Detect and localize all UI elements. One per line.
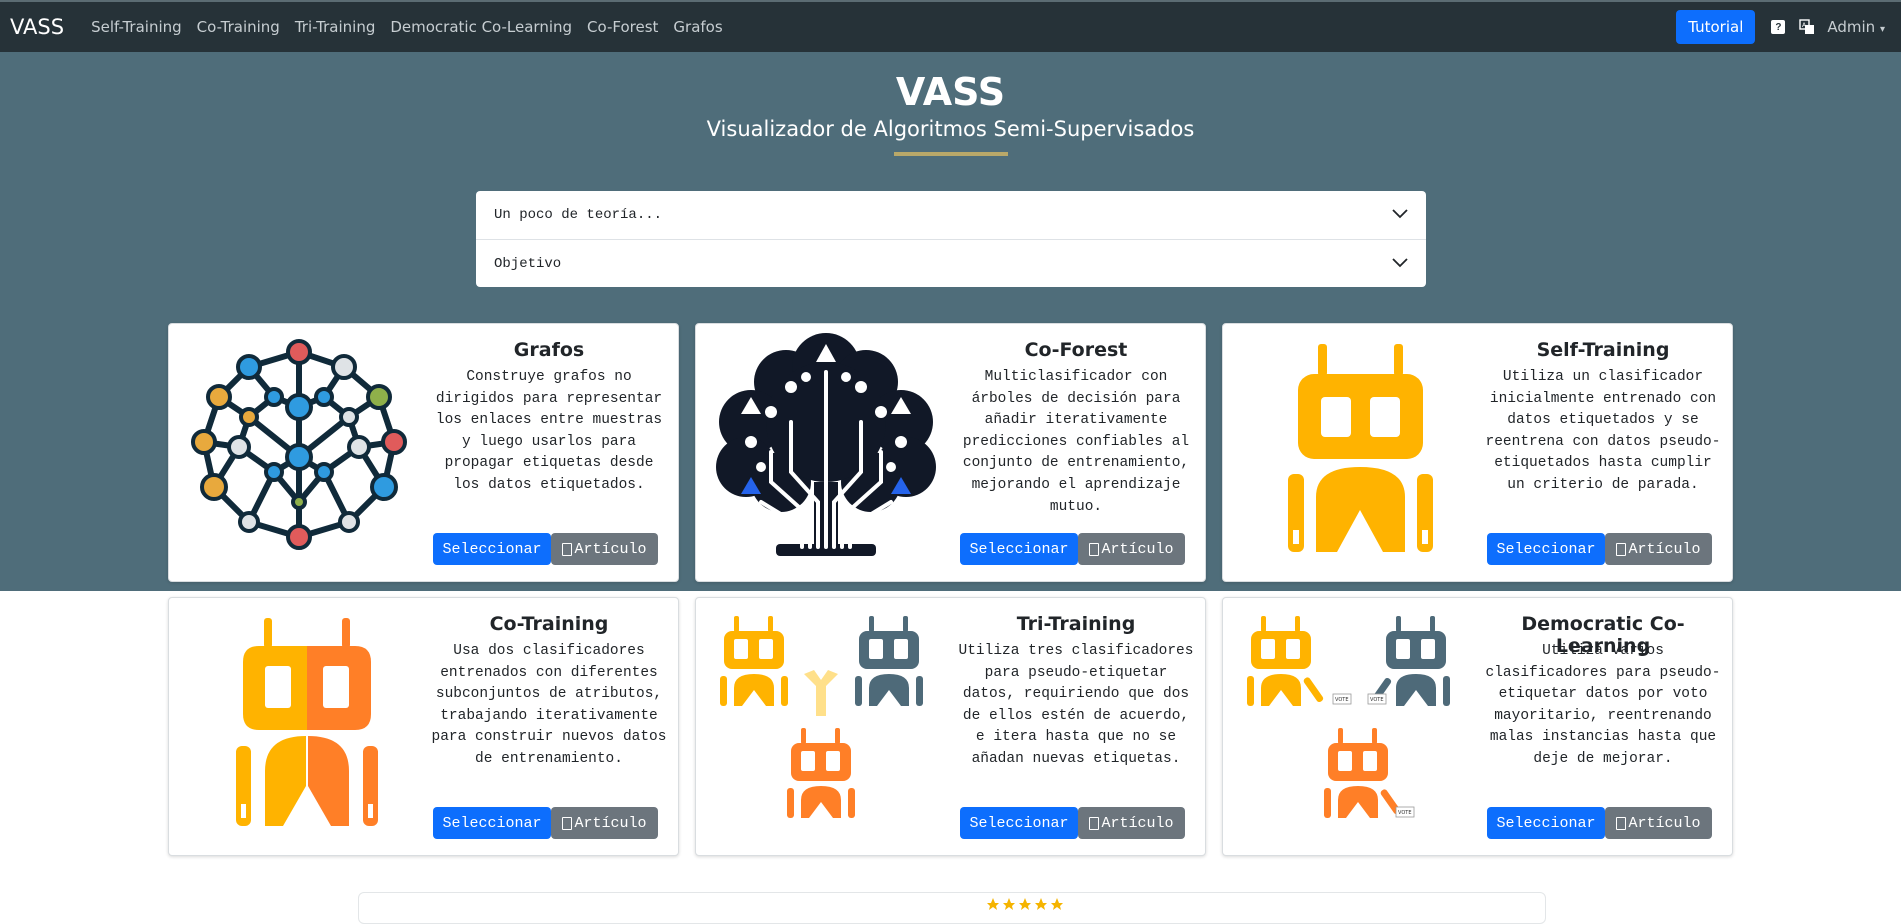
document-icon xyxy=(562,542,573,556)
document-icon xyxy=(562,816,573,830)
select-button[interactable]: Seleccionar xyxy=(1487,533,1605,565)
article-button[interactable]: Artículo xyxy=(1605,807,1712,839)
nav-link-democratic-co-learning[interactable]: Democratic Co-Learning xyxy=(390,18,572,36)
article-label: Artículo xyxy=(1628,814,1701,832)
select-button[interactable]: Seleccionar xyxy=(433,807,551,839)
article-button[interactable]: Artículo xyxy=(551,807,658,839)
robot-icon xyxy=(1288,344,1433,552)
graph-network-icon xyxy=(191,339,407,550)
card-description: Multiclasificador con árboles de decisió… xyxy=(962,369,1190,515)
admin-dropdown[interactable]: Admin ▾ xyxy=(1827,18,1885,36)
chevron-down-icon xyxy=(1392,209,1408,219)
page-subtitle: Visualizador de Algoritmos Semi-Supervis… xyxy=(706,117,1195,141)
accordion-label: Un poco de teoría... xyxy=(494,207,663,223)
card-title: Self-Training xyxy=(1536,339,1670,361)
select-button[interactable]: Seleccionar xyxy=(433,533,551,565)
card-title: Co-Forest xyxy=(1024,339,1128,361)
nav-link-grafos[interactable]: Grafos xyxy=(673,18,722,36)
help-icon[interactable]: ? xyxy=(1771,20,1786,34)
card-description: Utiliza varios clasificadores para pseud… xyxy=(1485,643,1721,767)
accordion-item-teoria[interactable]: Un poco de teoría... xyxy=(476,191,1426,239)
chevron-down-icon xyxy=(1392,258,1408,268)
article-label: Artículo xyxy=(1101,814,1174,832)
vote-label: VOTE xyxy=(1370,697,1383,703)
card-grafos: Grafos Construye grafos no dirigidos par… xyxy=(168,323,679,582)
three-robots-icon xyxy=(720,616,923,818)
nav-link-self-training[interactable]: Self-Training xyxy=(91,18,182,36)
document-icon xyxy=(1616,542,1627,556)
accordion-item-objetivo[interactable]: Objetivo xyxy=(476,239,1426,287)
card-title: Co-Training xyxy=(489,613,609,635)
navbar-right: Tutorial ? A Admin ▾ xyxy=(1676,2,1901,52)
nav-link-co-forest[interactable]: Co-Forest xyxy=(587,18,658,36)
accordion: Un poco de teoría... Objetivo xyxy=(476,191,1426,287)
navbar-brand[interactable]: VASS xyxy=(10,15,64,39)
article-label: Artículo xyxy=(574,814,647,832)
article-label: Artículo xyxy=(1101,540,1174,558)
tutorial-button[interactable]: Tutorial xyxy=(1676,10,1756,44)
title-underline xyxy=(894,152,1008,156)
admin-label: Admin xyxy=(1827,18,1876,36)
card-co-training: Co-Training Usa dos clasificadores entre… xyxy=(168,597,679,856)
document-icon xyxy=(1616,816,1627,830)
card-democratic-co-learning: VOTE VOTE VOTE Democratic Co-Learning Ut… xyxy=(1222,597,1733,856)
card-description: Construye grafos no dirigidos para repre… xyxy=(435,369,663,493)
vote-label: VOTE xyxy=(1335,697,1348,703)
card-description: Utiliza tres clasificadores para pseudo-… xyxy=(958,643,1194,767)
document-icon xyxy=(1089,816,1100,830)
article-button[interactable]: Artículo xyxy=(1078,807,1185,839)
circuit-tree-icon xyxy=(716,333,936,556)
top-navbar: VASS Self-Training Co-Training Tri-Train… xyxy=(0,0,1901,52)
document-icon xyxy=(1089,542,1100,556)
two-robots-icon xyxy=(236,618,378,826)
article-button[interactable]: Artículo xyxy=(551,533,658,565)
stars-icon xyxy=(987,898,1063,910)
card-title: Tri-Training xyxy=(1016,613,1136,635)
nav-link-tri-training[interactable]: Tri-Training xyxy=(295,18,376,36)
select-button[interactable]: Seleccionar xyxy=(1487,807,1605,839)
vote-label: VOTE xyxy=(1398,810,1411,816)
page-title: VASS xyxy=(895,70,1006,114)
article-button[interactable]: Artículo xyxy=(1078,533,1185,565)
accordion-label: Objetivo xyxy=(494,255,562,272)
article-button[interactable]: Artículo xyxy=(1605,533,1712,565)
card-description: Utiliza un clasificador inicialmente ent… xyxy=(1485,369,1721,493)
card-self-training: Self-Training Utiliza un clasificador in… xyxy=(1222,323,1733,582)
caret-down-icon: ▾ xyxy=(1879,24,1885,35)
card-co-forest: Co-Forest Multiclasificador con árboles … xyxy=(695,323,1206,582)
select-button[interactable]: Seleccionar xyxy=(960,533,1078,565)
article-label: Artículo xyxy=(574,540,647,558)
article-label: Artículo xyxy=(1628,540,1701,558)
nav-link-co-training[interactable]: Co-Training xyxy=(197,18,280,36)
card-description: Usa dos clasificadores entrenados con di… xyxy=(431,643,667,767)
select-button[interactable]: Seleccionar xyxy=(960,807,1078,839)
translate-icon[interactable]: A xyxy=(1799,19,1815,35)
card-tri-training: Tri-Training Utiliza tres clasificadores… xyxy=(695,597,1206,856)
card-title: Grafos xyxy=(513,339,585,361)
voting-robots-icon: VOTE VOTE VOTE xyxy=(1247,616,1450,818)
bottom-card xyxy=(358,892,1546,924)
